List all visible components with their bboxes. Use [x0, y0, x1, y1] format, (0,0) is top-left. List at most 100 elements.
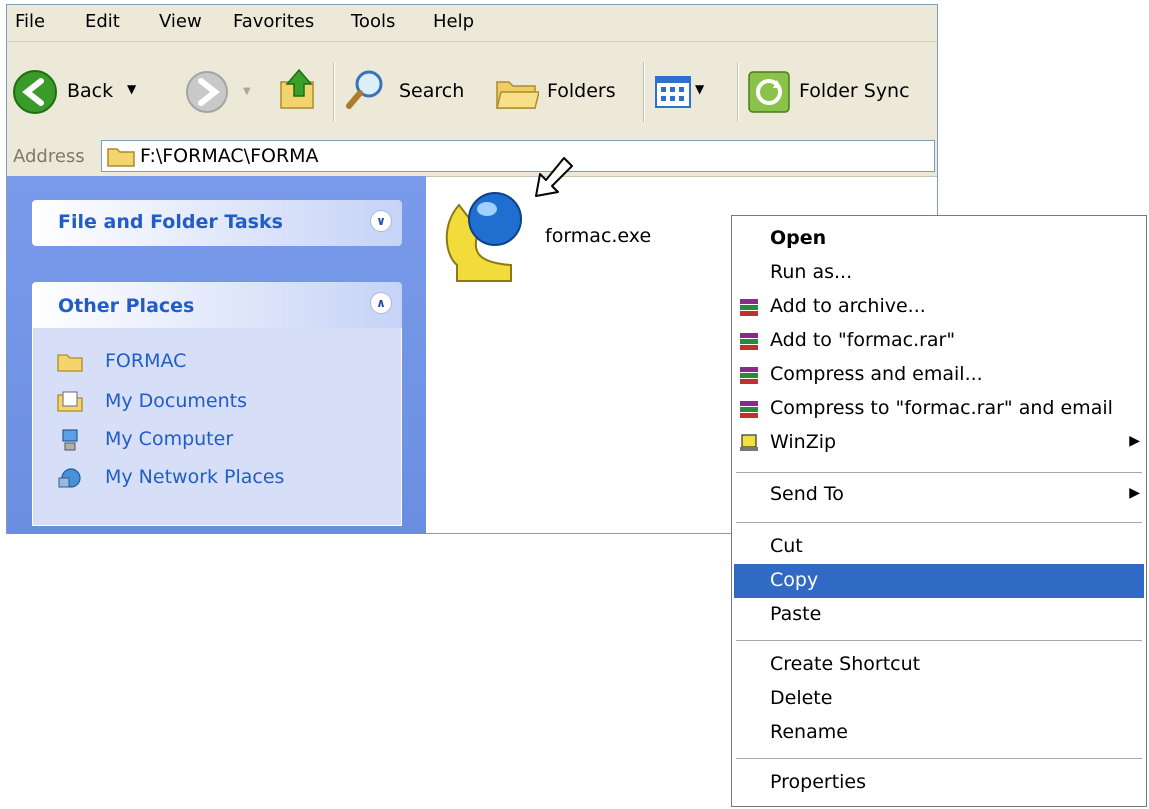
collapse-icon[interactable]: ∧ — [370, 292, 392, 314]
menu-separator — [736, 472, 1142, 473]
place-label: My Computer — [105, 428, 234, 450]
ctx-label: Copy — [770, 569, 819, 591]
winzip-icon — [740, 434, 758, 451]
ctx-label: Rename — [770, 721, 848, 743]
winrar-icon — [740, 367, 758, 384]
back-arrow-icon — [13, 70, 57, 114]
place-label: FORMAC — [105, 350, 187, 372]
ctx-create-shortcut[interactable]: Create Shortcut — [734, 648, 1144, 682]
file-folder-tasks-header[interactable]: File and Folder Tasks ∨ — [32, 200, 402, 246]
place-my-computer[interactable]: My Computer — [57, 426, 387, 456]
back-dropdown-icon[interactable]: ▼ — [127, 82, 136, 96]
other-places-list: FORMAC My Documents My Computer My Netwo… — [32, 328, 402, 526]
place-label: My Documents — [105, 390, 248, 412]
place-formac[interactable]: FORMAC — [57, 348, 387, 378]
ctx-add-to-formac-rar[interactable]: Add to "formac.rar" — [734, 324, 1144, 358]
menu-favorites[interactable]: Favorites — [233, 11, 314, 32]
ctx-cut[interactable]: Cut — [734, 530, 1144, 564]
menu-edit[interactable]: Edit — [85, 11, 120, 32]
place-my-documents[interactable]: My Documents — [57, 388, 387, 418]
file-folder-tasks-title: File and Folder Tasks — [58, 211, 283, 233]
search-icon — [346, 70, 383, 109]
up-folder-icon[interactable] — [277, 64, 321, 114]
place-my-network-places[interactable]: My Network Places — [57, 464, 387, 494]
my-documents-icon — [57, 391, 83, 412]
address-path: F:\FORMAC\FORMA — [140, 145, 319, 167]
file-item-formac-exe[interactable]: formac.exe — [439, 185, 679, 295]
ctx-label: Add to "formac.rar" — [770, 329, 956, 351]
address-input[interactable]: F:\FORMAC\FORMA — [101, 140, 935, 172]
folders-button[interactable]: Folders — [495, 62, 625, 122]
file-name: formac.exe — [545, 225, 652, 247]
ctx-label: Compress to "formac.rar" and email — [770, 397, 1113, 419]
menu-help[interactable]: Help — [433, 11, 474, 32]
ctx-label: Delete — [770, 687, 833, 709]
ctx-send-to[interactable]: Send To ▶ — [734, 478, 1144, 512]
submenu-arrow-icon: ▶ — [1129, 433, 1140, 449]
address-label: Address — [13, 146, 85, 167]
folder-sync-button[interactable]: Folder Sync — [747, 62, 927, 122]
menu-file[interactable]: File — [15, 11, 45, 32]
winrar-icon — [740, 401, 758, 418]
ctx-add-to-archive[interactable]: Add to archive... — [734, 290, 1144, 324]
folders-icon — [496, 81, 539, 109]
winrar-icon — [740, 299, 758, 316]
expand-icon[interactable]: ∨ — [370, 210, 392, 232]
ctx-label: Run as... — [770, 261, 853, 283]
ctx-label: Paste — [770, 603, 822, 625]
ctx-compress-and-email[interactable]: Compress and email... — [734, 358, 1144, 392]
back-label: Back — [67, 80, 114, 102]
menu-bar: File Edit View Favorites Tools Help — [7, 5, 937, 42]
ctx-label: Properties — [770, 771, 867, 793]
views-icon — [655, 76, 691, 108]
views-button[interactable]: ▼ — [655, 74, 723, 114]
place-label: My Network Places — [105, 466, 285, 488]
address-bar: Address F:\FORMAC\FORMA — [7, 138, 937, 177]
toolbar-separator — [737, 62, 739, 122]
winrar-icon — [740, 333, 758, 350]
back-button[interactable]: Back ▼ — [9, 60, 169, 120]
context-menu: Open Run as... Add to archive... Add to … — [731, 215, 1147, 807]
task-pane: File and Folder Tasks ∨ Other Places ∧ F… — [7, 176, 426, 534]
forward-dropdown-icon[interactable]: ▼ — [243, 86, 251, 97]
my-computer-icon — [62, 429, 78, 451]
other-places-header[interactable]: Other Places ∧ — [32, 282, 402, 328]
menu-view[interactable]: View — [159, 11, 202, 32]
ctx-label: Cut — [770, 535, 803, 557]
menu-separator — [736, 522, 1142, 523]
menu-separator — [736, 758, 1142, 759]
ctx-paste[interactable]: Paste — [734, 598, 1144, 632]
ctx-label: Compress and email... — [770, 363, 983, 385]
ctx-label: WinZip — [770, 431, 837, 453]
ctx-open[interactable]: Open — [734, 222, 1144, 256]
ctx-delete[interactable]: Delete — [734, 682, 1144, 716]
ctx-properties[interactable]: Properties — [734, 766, 1144, 800]
pointer-arrow-icon — [535, 157, 573, 197]
folder-icon — [107, 148, 135, 167]
folder-sync-label: Folder Sync — [799, 80, 910, 102]
ctx-compress-to-formac-rar-and-email[interactable]: Compress to "formac.rar" and email — [734, 392, 1144, 426]
ctx-label: Send To — [770, 483, 844, 505]
other-places-title: Other Places — [58, 295, 195, 317]
views-dropdown-icon: ▼ — [695, 82, 705, 96]
submenu-arrow-icon: ▶ — [1129, 485, 1140, 501]
ctx-run-as[interactable]: Run as... — [734, 256, 1144, 290]
ctx-label: Create Shortcut — [770, 653, 921, 675]
search-label: Search — [399, 80, 465, 102]
ctx-rename[interactable]: Rename — [734, 716, 1144, 750]
folder-sync-icon — [748, 71, 790, 113]
forward-arrow-icon[interactable] — [183, 68, 231, 116]
folder-icon — [57, 354, 83, 372]
menu-tools[interactable]: Tools — [351, 11, 395, 32]
toolbar: Back ▼ ▼ Search Folders ▼ Folder Sync — [7, 42, 937, 139]
menu-separator — [736, 640, 1142, 641]
network-places-icon — [58, 468, 81, 488]
toolbar-separator — [643, 62, 645, 122]
ctx-winzip[interactable]: WinZip ▶ — [734, 426, 1144, 460]
toolbar-separator — [333, 62, 335, 122]
formac-exe-icon — [445, 192, 522, 282]
ctx-label: Open — [770, 227, 827, 249]
folders-label: Folders — [547, 80, 616, 102]
ctx-copy[interactable]: Copy — [734, 564, 1144, 598]
search-button[interactable]: Search — [345, 62, 477, 122]
